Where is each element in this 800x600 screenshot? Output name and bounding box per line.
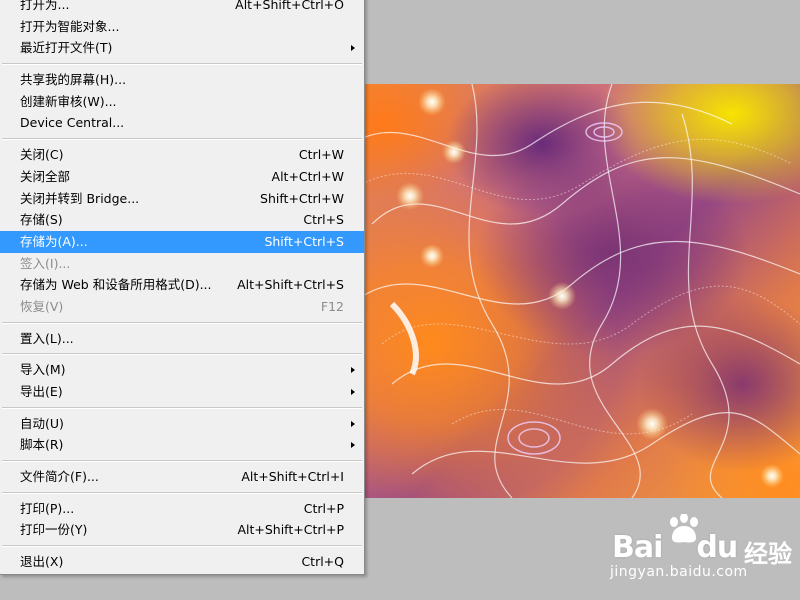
menu-item-label: 脚本(R) [20,437,64,453]
menu-item[interactable]: 存储为 Web 和设备所用格式(D)... Alt+Shift+Ctrl+S [0,274,364,296]
menu-separator [2,460,362,463]
menu-separator [2,63,362,66]
photoshop-workspace: 打开为... Alt+Shift+Ctrl+O 打开为智能对象... 最近打开文件(T… [0,0,800,600]
menu-item[interactable]: 导出(E) [0,381,364,403]
watermark-brand: Bai du [612,530,738,565]
menu-item-shortcut: Alt+Shift+Ctrl+S [237,277,344,293]
submenu-arrow-icon [351,367,355,374]
file-menu-dropdown: 打开为... Alt+Shift+Ctrl+O 打开为智能对象... 最近打开文件(T… [0,0,365,575]
menu-item[interactable]: 存储(S) Ctrl+S [0,209,364,231]
submenu-arrow-icon [351,45,355,52]
menu-separator [2,491,362,494]
menu-item[interactable]: 关闭并转到 Bridge... Shift+Ctrl+W [0,188,364,210]
submenu-arrow-icon [351,420,355,427]
menu-item-label: 最近打开文件(T) [20,40,113,56]
menu-item-label: 共享我的屏幕(H)... [20,72,127,88]
menu-item-shortcut: Ctrl+W [298,147,344,163]
menu-separator [2,321,362,324]
menu-item[interactable]: 文件简介(F)... Alt+Shift+Ctrl+I [0,466,364,488]
menu-item-label: 签入(I)... [20,255,71,271]
menu-item-label: 打印(P)... [20,500,75,516]
menu-item[interactable]: 存储为(A)... Shift+Ctrl+S [0,230,364,253]
document-canvas-image[interactable] [352,84,800,498]
menu-item-label: 存储为 Web 和设备所用格式(D)... [20,277,212,293]
watermark-url: jingyan.baidu.com [610,564,748,580]
menu-item[interactable]: 创建新审核(W)... [0,91,364,113]
menu-item-label: 打印一份(Y) [20,522,88,538]
menu-item-shortcut: Shift+Ctrl+S [264,233,344,249]
menu-separator [2,353,362,356]
menu-item[interactable]: 关闭(C) Ctrl+W [0,144,364,166]
menu-separator [2,545,362,548]
menu-item: 恢复(V) F12 [0,296,364,318]
menu-item[interactable]: 共享我的屏幕(H)... [0,69,364,91]
submenu-arrow-icon [351,442,355,449]
menu-item-shortcut: F12 [320,298,344,314]
menu-item-label: 创建新审核(W)... [20,93,117,109]
menu-item-label: 关闭(C) [20,147,64,163]
menu-item-label: Device Central... [20,115,125,131]
menu-item-label: 存储为(A)... [20,233,88,249]
watermark-product: 经验 [744,540,792,568]
menu-item-label: 关闭全部 [20,168,71,184]
menu-item[interactable]: 自动(U) [0,413,364,435]
menu-item[interactable]: 打印一份(Y) Alt+Shift+Ctrl+P [0,519,364,541]
menu-item-shortcut: Alt+Ctrl+W [271,168,344,184]
menu-item-label: 打开为... [20,0,70,12]
menu-item[interactable]: 导入(M) [0,359,364,381]
menu-item-shortcut: Ctrl+P [303,500,344,516]
menu-item-label: 置入(L)... [20,330,74,346]
menu-item-shortcut: Shift+Ctrl+W [260,190,344,206]
menu-item-label: 退出(X) [20,554,64,570]
menu-item-shortcut: Alt+Shift+Ctrl+O [235,0,344,12]
menu-separator [2,138,362,141]
menu-item: 签入(I)... [0,253,364,275]
baidu-jingyan-watermark: Bai du 经验 jingyan.baidu.com [610,514,792,584]
menu-item[interactable]: 打印(P)... Ctrl+P [0,498,364,520]
menu-item[interactable]: 最近打开文件(T) [0,37,364,59]
menu-item[interactable]: 打开为智能对象... [0,16,364,38]
menu-item[interactable]: 脚本(R) [0,434,364,456]
submenu-arrow-icon [351,389,355,395]
menu-item-label: 自动(U) [20,415,64,431]
light-streaks-artwork [352,84,800,498]
menu-item[interactable]: 关闭全部 Alt+Ctrl+W [0,166,364,188]
menu-item[interactable]: 置入(L)... [0,328,364,350]
menu-item-label: 导出(E) [20,384,63,399]
menu-item-shortcut: Alt+Shift+Ctrl+I [241,469,344,485]
menu-separator [2,406,362,409]
menu-item-label: 导入(M) [20,362,66,378]
menu-item-shortcut: Ctrl+Q [301,554,344,570]
menu-item-shortcut: Ctrl+S [303,212,344,228]
menu-item-label: 恢复(V) [20,298,64,314]
menu-item-label: 打开为智能对象... [20,18,120,34]
menu-item-label: 关闭并转到 Bridge... [20,190,140,206]
menu-item[interactable]: Device Central... [0,112,364,134]
menu-item-label: 文件简介(F)... [20,469,99,485]
menu-item-shortcut: Alt+Shift+Ctrl+P [237,522,344,538]
menu-item-label: 存储(S) [20,212,63,228]
menu-item[interactable]: 打开为... Alt+Shift+Ctrl+O [0,0,364,16]
menu-item[interactable]: 退出(X) Ctrl+Q [0,551,364,573]
